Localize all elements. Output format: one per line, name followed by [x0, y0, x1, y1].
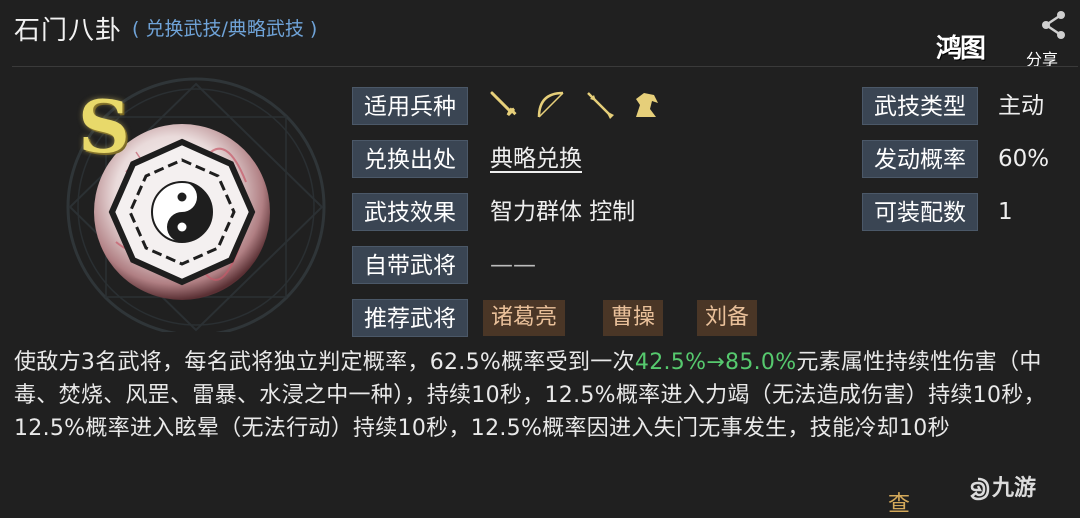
brand-logo: 鸿图 [936, 34, 986, 64]
header-divider [12, 66, 1078, 67]
label-innate-general: 自带武将 [352, 246, 468, 284]
header: 石门八卦 ( 兑换武技/典略武技 ) 鸿图 分享 [0, 0, 1080, 69]
innate-general-value: —— [490, 252, 536, 278]
site-watermark: 九游 [966, 470, 1036, 502]
label-equip-count: 可装配数 [862, 193, 978, 231]
sword-icon [490, 91, 517, 117]
description-text-1: 使敌方3名武将，每名武将独立判定概率，62.5%概率受到一次 [14, 350, 635, 375]
trigger-rate-value: 60% [998, 146, 1050, 172]
skill-description: 使敌方3名武将，每名武将独立判定概率，62.5%概率受到一次42.5%→85.0… [14, 346, 1066, 478]
skill-effect-value: 智力群体 控制 [490, 199, 636, 225]
recommended-general-cao-cao[interactable]: 曹操 [603, 300, 664, 336]
nine-logo-icon [970, 477, 990, 501]
label-recommended-general: 推荐武将 [352, 299, 468, 337]
bow-icon [537, 91, 564, 118]
damage-max-value: 85.0% [725, 350, 797, 375]
skill-type-value: 主动 [998, 93, 1044, 119]
equip-count-value: 1 [998, 199, 1013, 225]
view-more-link[interactable]: 查 [888, 486, 910, 518]
label-trigger-rate: 发动概率 [862, 140, 978, 178]
damage-min-value: 42.5% [634, 350, 707, 375]
exchange-source-link[interactable]: 典略兑换 [490, 140, 582, 178]
label-applicable-troops: 适用兵种 [352, 87, 468, 125]
watermark-text: 九游 [992, 476, 1037, 501]
label-skill-effect: 武技效果 [352, 193, 468, 231]
upgrade-arrow-icon: → [706, 350, 726, 375]
recommended-general-liu-bei[interactable]: 刘备 [697, 300, 758, 336]
spear-icon [587, 92, 614, 119]
recommended-general-zhuge-liang[interactable]: 诸葛亮 [483, 300, 566, 336]
label-skill-type: 武技类型 [862, 87, 978, 125]
label-exchange-source: 兑换出处 [352, 140, 468, 178]
page-title: 石门八卦 [14, 16, 123, 46]
grade-badge: S [78, 84, 130, 169]
share-icon[interactable] [1040, 10, 1068, 40]
share-button[interactable]: 鸿图 分享 [936, 10, 1068, 69]
skill-category[interactable]: ( 兑换武技/典略武技 ) [132, 14, 317, 41]
horse-icon [636, 93, 658, 117]
